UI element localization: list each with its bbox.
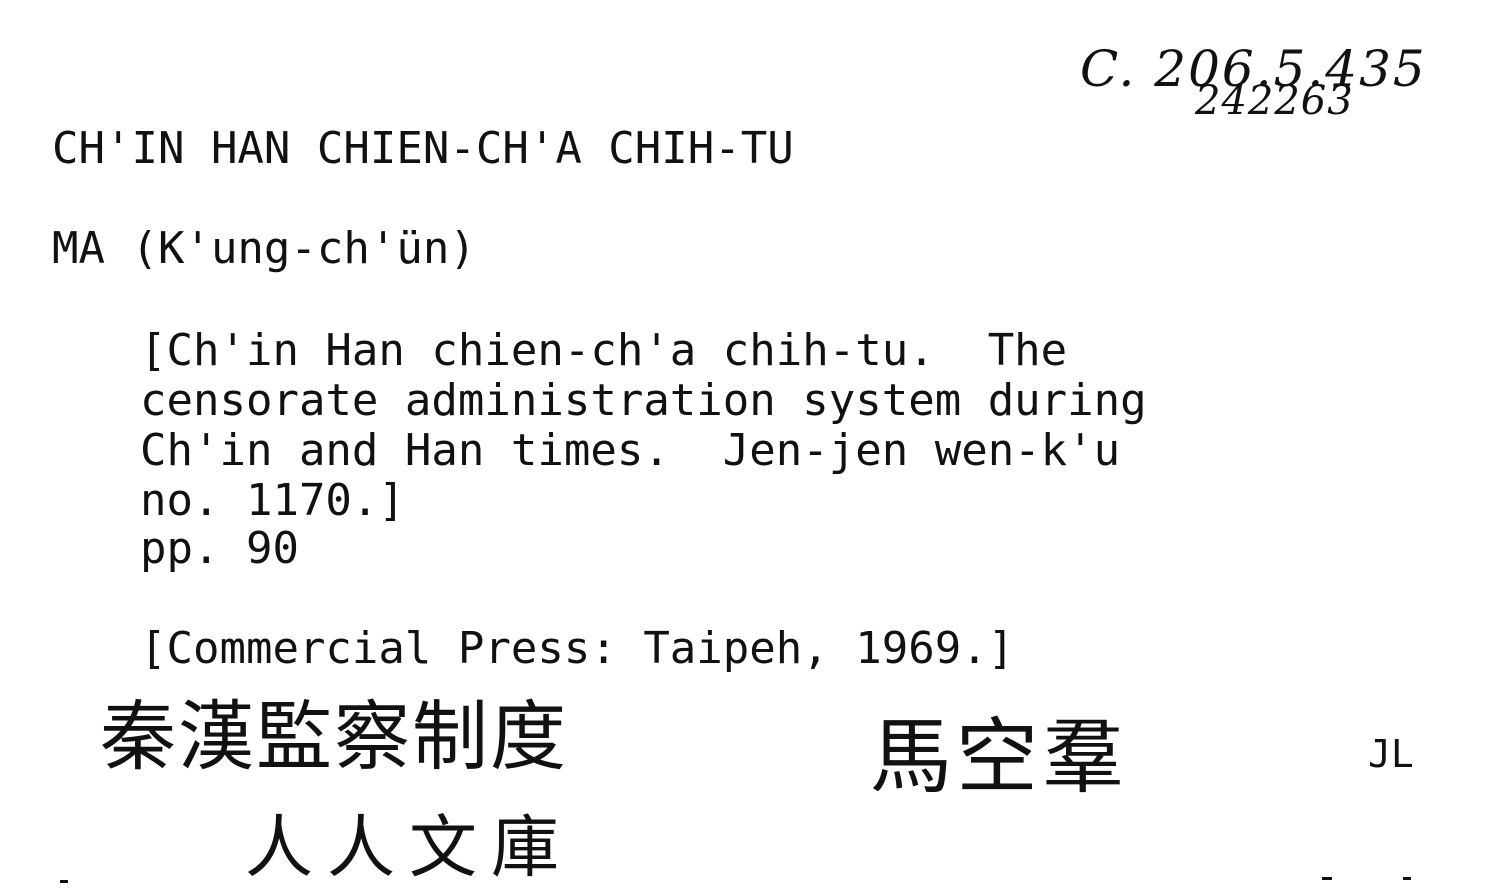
scan-specks <box>60 877 1411 883</box>
catalog-card: C. 206.5.435 242263 CH'IN HAN CHIEN-CH'A… <box>0 0 1491 893</box>
